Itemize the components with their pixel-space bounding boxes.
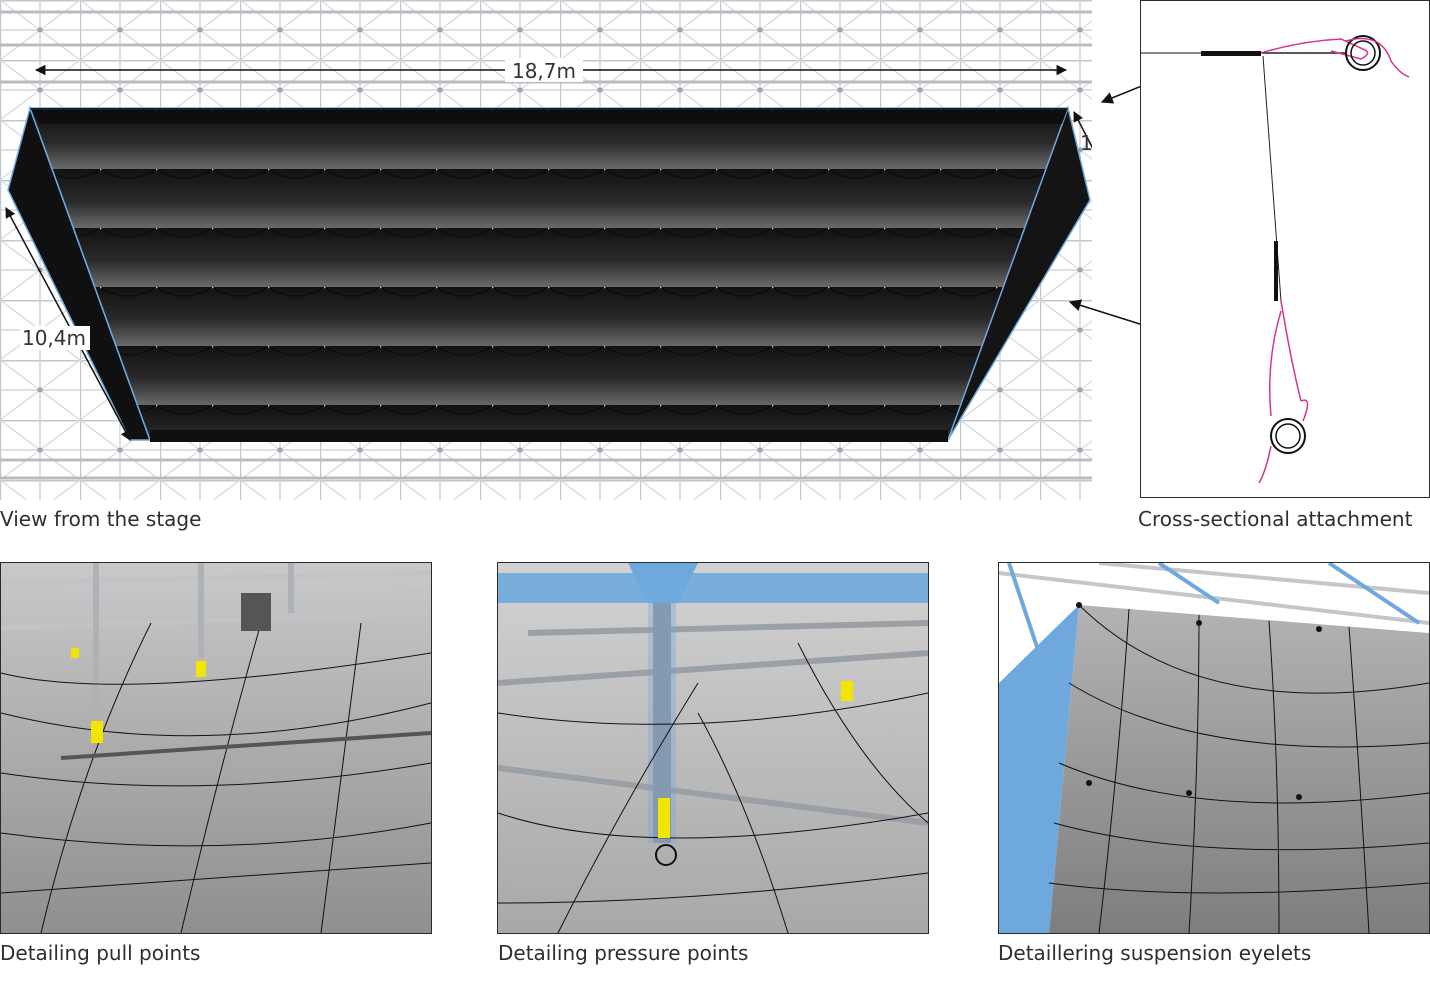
dimension-depth-label: 10,4m [22,326,86,350]
detail-pressure-points-caption: Detailing pressure points [498,941,749,965]
detail-suspension-eyelets-panel [998,562,1430,934]
fabric-surface [1049,605,1429,933]
cross-section-panel [1140,0,1430,498]
detail-pull-points-drawing [1,563,431,933]
acoustic-ceiling [28,107,1070,441]
detail-pull-points-caption: Detailing pull points [0,941,201,965]
detail-pull-points-panel [0,562,432,934]
cross-section-caption: Cross-sectional attachment [1138,507,1413,531]
main-view-panel: 18,7m 10,4m 1,6m [0,0,1092,500]
pull-point-hook [91,721,103,743]
detail-suspension-eyelets-drawing [999,563,1429,933]
main-view-caption: View from the stage [0,507,202,531]
pressure-point-hook [658,798,670,838]
detail-pressure-points-panel [497,562,929,934]
detail-suspension-eyelets-caption: Detaillering suspension eyelets [998,941,1312,965]
dimension-width-label: 18,7m [512,59,576,83]
cross-section-drawing [1141,35,1410,484]
main-view-drawing: 18,7m 10,4m 1,6m [0,0,1092,500]
detail-pressure-points-drawing [498,563,928,933]
